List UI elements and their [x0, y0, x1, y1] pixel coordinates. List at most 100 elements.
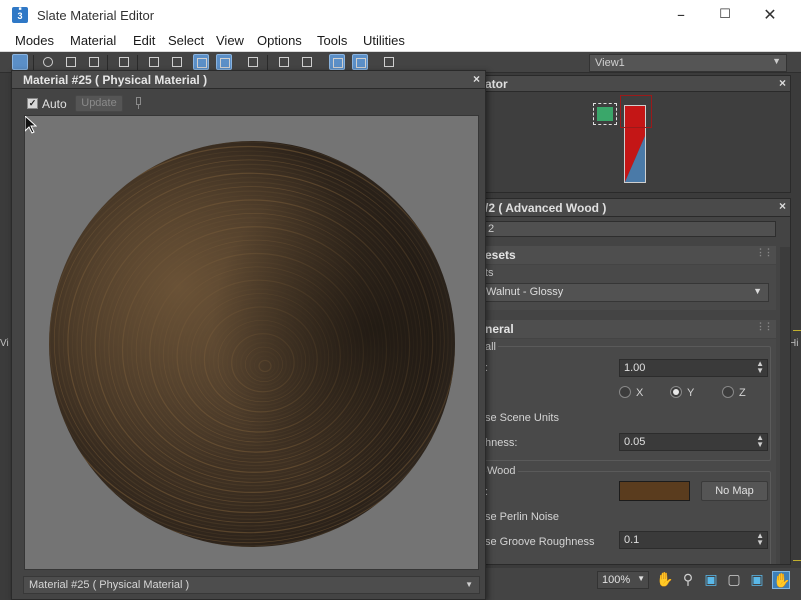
- navigator-title: ator: [485, 77, 508, 91]
- update-button[interactable]: Update: [75, 95, 123, 112]
- presets-body: ts Walnut - Glossy ▼: [485, 265, 776, 310]
- wood-panel-scrollbar[interactable]: [780, 247, 790, 564]
- toolbar-separator: [137, 55, 138, 70]
- wood-panel-header: /2 ( Advanced Wood ) ×: [485, 199, 790, 217]
- group-all-label: all: [485, 341, 499, 353]
- navigation-bar: 100% ▼ ✋ ⚲ ▣ ▢ ▣ ✋: [484, 568, 801, 600]
- close-icon[interactable]: ×: [473, 72, 480, 86]
- wood-parameter-panel: /2 ( Advanced Wood ) × 2 esets ⋮⋮ ts Wal…: [484, 198, 791, 565]
- menu-view[interactable]: View: [216, 33, 244, 48]
- axis-z-radio[interactable]: [722, 386, 734, 398]
- select-arrow-icon[interactable]: [12, 54, 28, 70]
- layout-all-icon[interactable]: [276, 54, 292, 70]
- zoom-dropdown[interactable]: 100% ▼: [597, 571, 649, 589]
- pan-hand-icon[interactable]: ✋: [656, 571, 674, 589]
- navigator-viewport-frame[interactable]: [593, 103, 617, 125]
- menu-options[interactable]: Options: [257, 33, 302, 48]
- maximize-button[interactable]: ☐: [702, 0, 748, 30]
- use-scene-units-checkbox-label[interactable]: se Scene Units: [485, 412, 559, 424]
- toolbar-separator: [33, 55, 34, 70]
- zoom-magnifier-icon[interactable]: ⚲: [679, 571, 697, 589]
- group-wood-label: Wood: [487, 465, 518, 477]
- rollout-grip-icon: ⋮⋮: [756, 321, 773, 331]
- pan-to-selected-icon[interactable]: ✋: [772, 571, 790, 589]
- mouse-cursor-icon: [25, 116, 37, 134]
- no-map-button[interactable]: No Map: [701, 481, 768, 501]
- title-bar: ■ 3 Slate Material Editor – ☐ ✕: [0, 0, 801, 30]
- navigator-header: ator ×: [485, 76, 790, 92]
- auto-checkbox[interactable]: ✓: [27, 98, 38, 109]
- preview-header[interactable]: Material #25 ( Physical Material ) ×: [12, 71, 485, 89]
- rollout-presets[interactable]: esets ⋮⋮: [485, 246, 776, 264]
- eyedropper-icon[interactable]: [40, 54, 56, 70]
- close-icon[interactable]: ×: [779, 76, 786, 90]
- zoom-region-icon[interactable]: ▣: [702, 571, 720, 589]
- roughness-label: hness:: [485, 437, 518, 449]
- material-preview-window: Material #25 ( Physical Material ) × ✓ A…: [11, 70, 486, 600]
- chevron-down-icon: ▼: [637, 574, 645, 583]
- axis-y-radio[interactable]: [670, 386, 682, 398]
- auto-label: Auto: [42, 97, 67, 111]
- axis-x-radio[interactable]: [619, 386, 631, 398]
- layout-children-icon[interactable]: [299, 54, 315, 70]
- spinner-arrows-icon[interactable]: ▲ ▼: [756, 360, 764, 375]
- axis-y-label: Y: [687, 387, 695, 399]
- move-children-icon[interactable]: [146, 54, 162, 70]
- pin-icon[interactable]: [132, 96, 146, 110]
- groove-roughness-spinner[interactable]: 0.1 ▲ ▼: [619, 531, 768, 549]
- menu-select[interactable]: Select: [168, 33, 204, 48]
- show-map-icon[interactable]: [216, 54, 232, 70]
- menu-edit[interactable]: Edit: [133, 33, 155, 48]
- close-button[interactable]: ✕: [747, 0, 793, 30]
- navigator-viewport-rect: [620, 95, 652, 128]
- close-icon[interactable]: ×: [779, 199, 786, 213]
- scale-spinner[interactable]: 1.00 ▲ ▼: [619, 359, 768, 377]
- view-dropdown[interactable]: View1 ▼: [589, 54, 787, 72]
- general-body: all : 1.00 ▲ ▼ X Y Z se Scene Units hness…: [485, 339, 776, 564]
- rollout-general-title: neral: [485, 322, 514, 336]
- preview-canvas[interactable]: [24, 115, 479, 570]
- spinner-arrows-icon[interactable]: ▲ ▼: [756, 532, 764, 547]
- chevron-down-icon: ▼: [753, 286, 762, 296]
- navigator-node-thumbnail: [597, 107, 613, 121]
- put-to-scene-icon[interactable]: [86, 54, 102, 70]
- material-map-browser-icon[interactable]: [329, 54, 345, 70]
- toolbar-separator: [267, 55, 268, 70]
- use-perlin-noise-checkbox-label[interactable]: se Perlin Noise: [485, 511, 559, 523]
- pick-material-icon[interactable]: [63, 54, 79, 70]
- navigator-icon[interactable]: [381, 54, 397, 70]
- toolbar-separator: [107, 55, 108, 70]
- navigator-panel: ator ×: [484, 75, 791, 193]
- preview-title: Material #25 ( Physical Material ): [23, 73, 208, 87]
- show-background-icon[interactable]: [193, 54, 209, 70]
- rollout-general[interactable]: neral ⋮⋮: [485, 320, 776, 338]
- wood-color-swatch[interactable]: [619, 481, 690, 501]
- chevron-down-icon: ▼: [772, 56, 781, 66]
- node-wire-edge: [793, 330, 801, 331]
- zoom-extents-icon[interactable]: ▢: [725, 571, 743, 589]
- wood-panel-title: /2 ( Advanced Wood ): [485, 201, 607, 215]
- menu-material[interactable]: Material: [70, 33, 116, 48]
- hide-unused-icon[interactable]: [169, 54, 185, 70]
- groove-roughness-checkbox-label[interactable]: se Groove Roughness: [485, 536, 594, 548]
- menu-utilities[interactable]: Utilities: [363, 33, 405, 48]
- rollout-grip-icon: ⋮⋮: [756, 247, 773, 257]
- spinner-arrows-icon[interactable]: ▲ ▼: [756, 434, 764, 449]
- backlight-icon[interactable]: [245, 54, 261, 70]
- parameter-editor-icon[interactable]: [352, 54, 368, 70]
- edge-label-left: Vi: [0, 338, 9, 349]
- material-name-field[interactable]: 2: [485, 221, 776, 237]
- node-wire-edge: [793, 560, 801, 561]
- axis-x-label: X: [636, 387, 644, 399]
- delete-icon[interactable]: [116, 54, 132, 70]
- roughness-spinner[interactable]: 0.05 ▲ ▼: [619, 433, 768, 451]
- presets-dropdown[interactable]: Walnut - Glossy ▼: [485, 283, 769, 302]
- zoom-extents-selected-icon[interactable]: ▣: [748, 571, 766, 589]
- chevron-down-icon: ▼: [465, 580, 473, 589]
- minimize-button[interactable]: –: [658, 0, 704, 30]
- material-selector-dropdown[interactable]: Material #25 ( Physical Material ) ▼: [23, 576, 480, 594]
- menu-modes[interactable]: Modes: [15, 33, 54, 48]
- menu-bar: Modes Material Edit Select View Options …: [0, 30, 801, 52]
- window-title: Slate Material Editor: [37, 8, 155, 23]
- menu-tools[interactable]: Tools: [317, 33, 347, 48]
